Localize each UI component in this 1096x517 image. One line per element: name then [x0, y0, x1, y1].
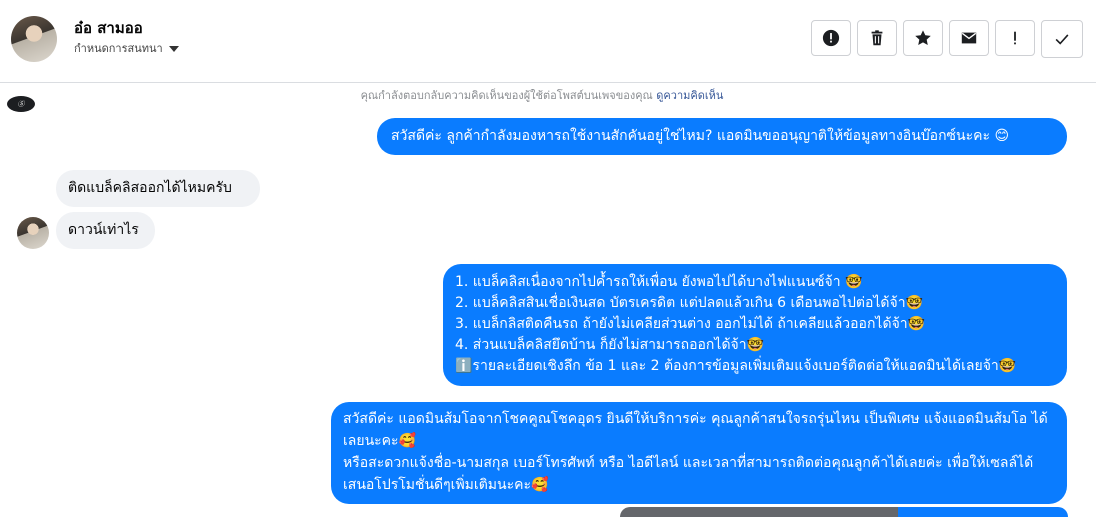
star-button[interactable] [903, 20, 943, 56]
star-icon [915, 30, 931, 46]
message-outgoing[interactable]: สวัสดีค่ะ แอดมินส้มโอจากโชคคูณโชคอุดร ยิ… [331, 402, 1067, 504]
message-line: 3. แบล็กลิสติดคืนรถ ถ้ายังไม่เคลียส่วนต่… [455, 316, 926, 332]
sender-avatar[interactable] [17, 217, 49, 249]
message-line: ติดแบล็คลิสออกได้ไหมครับ [68, 180, 232, 196]
message-line: สวัสดีค่ะ แอดมินส้มโอจากโชคคูณโชคอุดร ยิ… [343, 411, 1048, 449]
message-line: 1. แบล็คลิสเนื่องจากไปค้ำรถให้เพื่อน ยัง… [455, 274, 863, 290]
view-comment-link[interactable]: ดูความคิดเห็น [656, 89, 723, 102]
message-line: สวัสดีค่ะ ลูกค้ากำลังมองหารถใช้งานสักคัน… [391, 128, 1010, 144]
mark-unread-button[interactable] [949, 20, 989, 56]
conversation-toolbar [811, 20, 1083, 58]
alert-circle-icon [822, 29, 840, 47]
contact-name[interactable]: อ๋อ สามออ [74, 16, 143, 40]
next-message-edge [620, 507, 1068, 517]
follow-up-button[interactable] [995, 20, 1035, 56]
message-incoming[interactable]: ติดแบล็คลิสออกได้ไหมครับ [56, 170, 260, 207]
message-line: ดาวน์เท่าไร [68, 222, 139, 238]
caret-down-icon [168, 46, 179, 52]
message-outgoing[interactable]: 1. แบล็คลิสเนื่องจากไปค้ำรถให้เพื่อน ยัง… [443, 264, 1067, 386]
mark-spam-button[interactable] [811, 20, 851, 56]
notice-text: คุณกำลังตอบกลับความคิดเห็นของผู้ใช้ต่อโพ… [360, 89, 653, 102]
message-line: 2. แบล็คลิสสินเชื่อเงินสด บัตรเครดิต แต่… [455, 295, 924, 311]
message-line: ℹ️รายละเอียดเชิงลึก ข้อ 1 และ 2 ต้องการข… [455, 358, 1017, 374]
check-icon [1055, 34, 1069, 45]
delete-button[interactable] [857, 20, 897, 56]
contact-avatar[interactable] [11, 16, 57, 62]
message-incoming[interactable]: ดาวน์เท่าไร [56, 212, 155, 249]
mail-icon [961, 32, 977, 44]
conversation-header: อ๋อ สามออ กำหนดการสนทนา [0, 0, 1096, 83]
conversation-status-dropdown[interactable]: กำหนดการสนทนา [74, 39, 179, 57]
page-logo-icon: Ⓢ [7, 96, 35, 112]
exclamation-icon [1014, 31, 1016, 45]
reply-context-notice: คุณกำลังตอบกลับความคิดเห็นของผู้ใช้ต่อโพ… [0, 86, 1084, 104]
message-line: 4. ส่วนแบล็คลิสยึดบ้าน ก็ยังไม่สามารถออก… [455, 337, 765, 353]
message-outgoing[interactable]: สวัสดีค่ะ ลูกค้ากำลังมองหารถใช้งานสักคัน… [377, 118, 1067, 155]
mark-done-button[interactable] [1041, 20, 1083, 58]
trash-icon [871, 30, 883, 46]
message-line: หรือสะดวกแจ้งชื่อ-นามสกุล เบอร์โทรศัพท์ … [343, 455, 1034, 493]
conversation-status-label: กำหนดการสนทนา [74, 42, 163, 55]
